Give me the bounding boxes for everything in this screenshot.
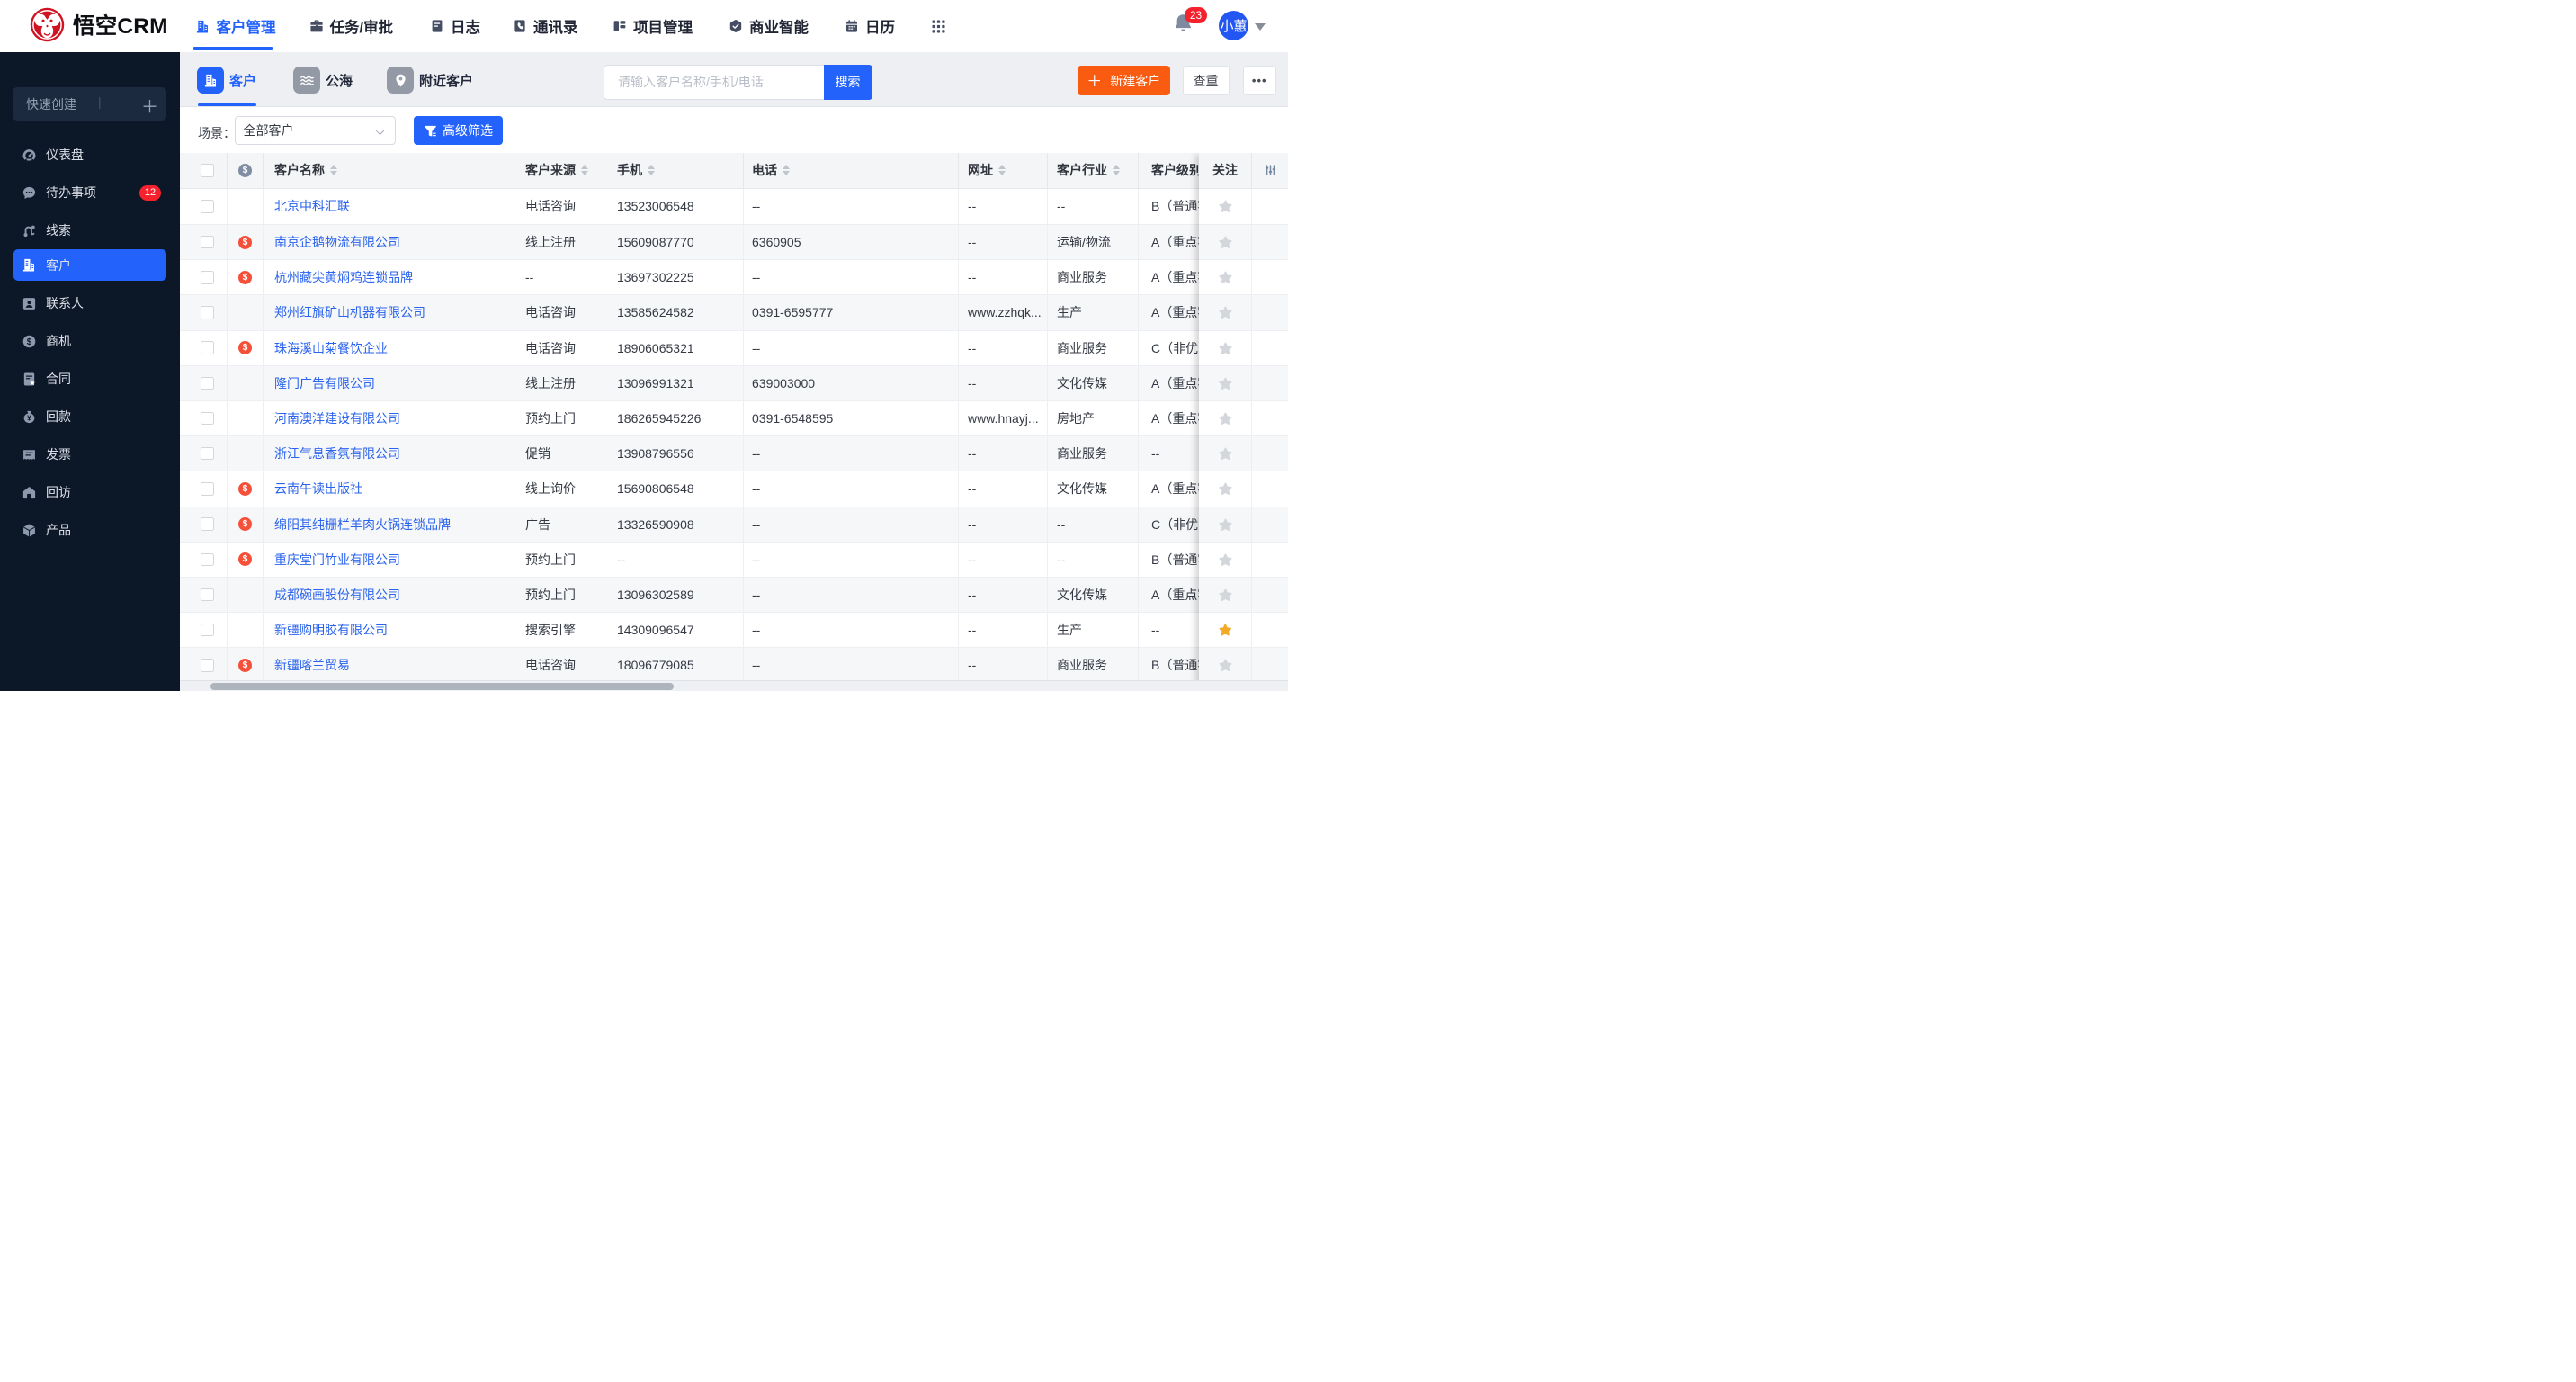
svg-text:$: $ (27, 337, 32, 346)
svg-text:¥: ¥ (27, 414, 31, 422)
